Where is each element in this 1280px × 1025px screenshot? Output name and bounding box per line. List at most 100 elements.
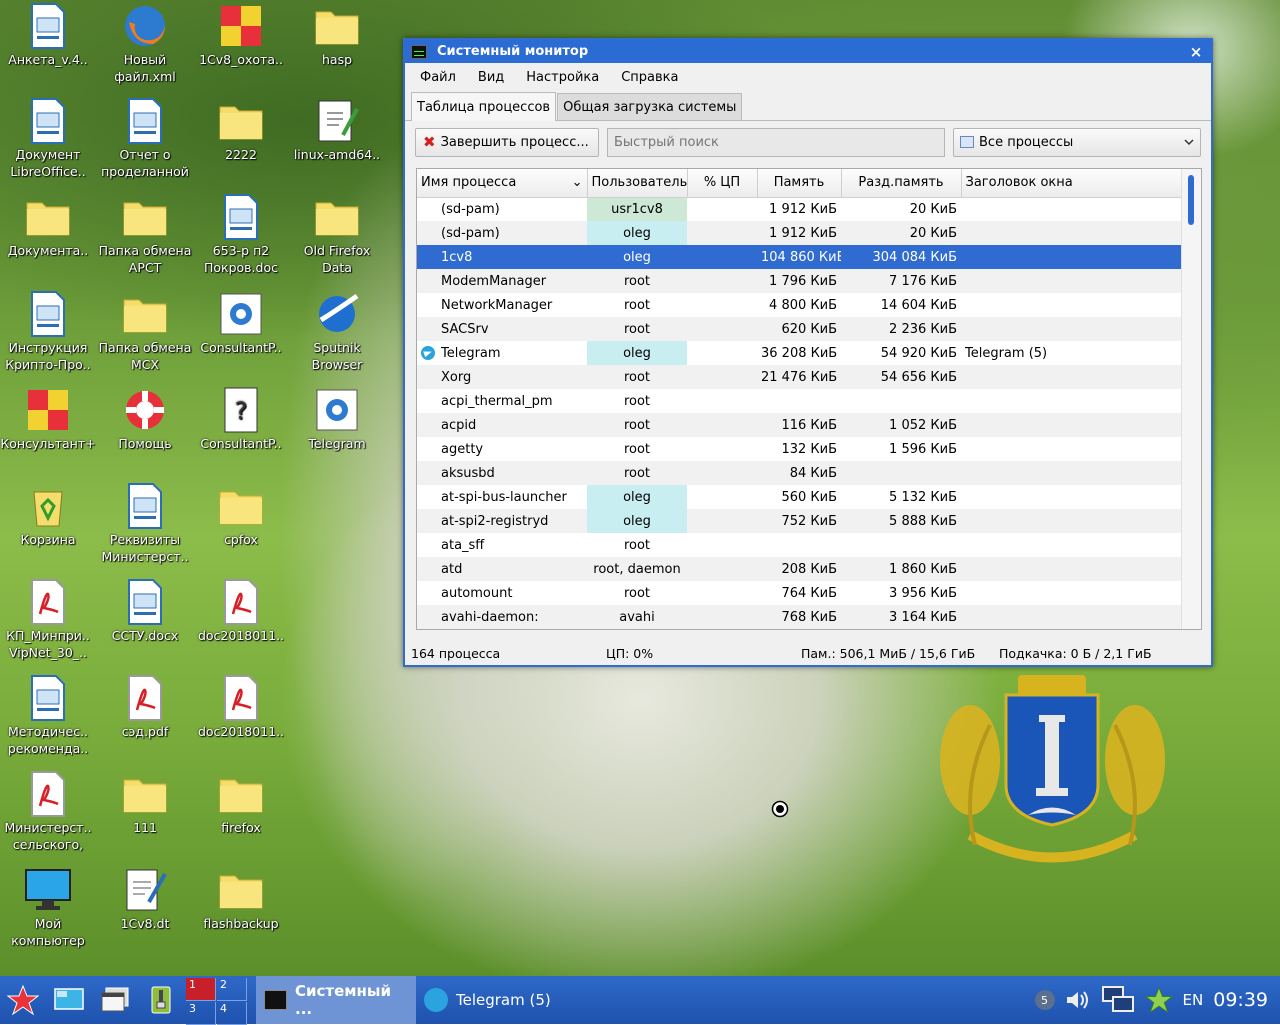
- desktop-icon-folder[interactable]: hasp: [289, 2, 385, 68]
- desktop-icon-label: 111: [133, 820, 157, 835]
- desktop-icon-doc[interactable]: Инструкция Крипто-Про..: [0, 290, 96, 373]
- workspace-3[interactable]: 3: [186, 1002, 216, 1025]
- process-filter-select[interactable]: Все процессы: [953, 127, 1201, 157]
- notification-badge[interactable]: 5: [1034, 990, 1055, 1010]
- table-row[interactable]: at-spi-bus-launcher oleg 560 КиБ 5 132 КиБ: [417, 485, 1181, 509]
- archive-button[interactable]: [138, 976, 184, 1024]
- show-desktop-button[interactable]: [46, 976, 92, 1024]
- desktop-icon-folder[interactable]: Папка обмена АРСТ: [97, 193, 193, 276]
- keyboard-layout-indicator[interactable]: EN: [1183, 991, 1204, 1009]
- shared-memory-cell: 54 656 КиБ: [841, 365, 961, 389]
- menu-file[interactable]: Файл: [413, 70, 463, 85]
- desktop-icon-pdf[interactable]: doc2018011..: [193, 674, 289, 740]
- table-row[interactable]: automount root 764 КиБ 3 956 КиБ: [417, 581, 1181, 605]
- column-header-user[interactable]: Пользователь: [587, 169, 688, 198]
- table-row[interactable]: ModemManager root 1 796 КиБ 7 176 КиБ: [417, 269, 1181, 293]
- tab-system-load[interactable]: Общая загрузка системы: [557, 93, 743, 120]
- column-header-window-title[interactable]: Заголовок окна: [961, 169, 1182, 198]
- user-cell-text: root: [623, 321, 651, 337]
- menu-view[interactable]: Вид: [471, 70, 511, 85]
- desktop-icon-computer[interactable]: Мой компьютер: [0, 866, 96, 949]
- shared-memory-cell-text: 7 176 КиБ: [889, 273, 957, 289]
- desktop-icon-pdf[interactable]: doc2018011..: [193, 578, 289, 644]
- cpu-cell: [687, 245, 757, 269]
- workspace-4[interactable]: 4: [217, 1002, 247, 1025]
- desktop-icon-folder[interactable]: Документа..: [0, 193, 96, 259]
- desktop-icon-doc[interactable]: Методичес.. рекоменда..: [0, 674, 96, 757]
- column-header-shared-memory[interactable]: Разд.память: [841, 169, 962, 198]
- table-row[interactable]: ata_sff root: [417, 533, 1181, 557]
- table-row[interactable]: avahi-daemon: avahi 768 КиБ 3 164 КиБ: [417, 605, 1181, 629]
- desktop-icon-doc[interactable]: 653-р п2 Покров.doc: [193, 193, 289, 276]
- column-header-name[interactable]: Имя процесса ⌄: [417, 169, 588, 198]
- workspace-pager[interactable]: 1 2 3 4: [186, 976, 248, 1025]
- menu-settings[interactable]: Настройка: [519, 70, 606, 85]
- favorite-star-icon[interactable]: [1144, 986, 1173, 1014]
- table-row[interactable]: acpid root 116 КиБ 1 052 КиБ: [417, 413, 1181, 437]
- desktop-icon-doc[interactable]: Анкета_v.4..: [0, 2, 96, 68]
- column-header-cpu[interactable]: % ЦП: [687, 169, 758, 198]
- start-menu-button[interactable]: [0, 976, 46, 1024]
- network-icon[interactable]: [1101, 985, 1135, 1015]
- close-icon[interactable]: ×: [1187, 43, 1205, 61]
- desktop-icon-folder[interactable]: 111: [97, 770, 193, 836]
- table-row[interactable]: agetty root 132 КиБ 1 596 КиБ: [417, 437, 1181, 461]
- table-row[interactable]: (sd-pam) usr1cv8 1 912 КиБ 20 КиБ: [417, 197, 1181, 221]
- desktop-icon-edit[interactable]: 1Cv8.dt: [97, 866, 193, 932]
- desktop-icon-doc[interactable]: ССТУ.docx: [97, 578, 193, 644]
- desktop-icon-folder[interactable]: Old Firefox Data: [289, 193, 385, 276]
- desktop-icon-pdf[interactable]: Министерст.. сельского,: [0, 770, 96, 853]
- desktop-icon-doc[interactable]: Реквизиты Министерст..: [97, 482, 193, 565]
- table-row[interactable]: Xorg root 21 476 КиБ 54 656 КиБ: [417, 365, 1181, 389]
- user-cell: root: [587, 269, 687, 293]
- status-memory: Пам.: 506,1 МиБ / 15,6 ГиБ: [801, 645, 976, 661]
- desktop-icon-pdf[interactable]: КП_Минпри.. VipNet_30_..: [0, 578, 96, 661]
- desktop-icon-doc[interactable]: Отчет о проделанной: [97, 97, 193, 180]
- window-titlebar[interactable]: Системный монитор ×: [405, 40, 1211, 63]
- table-row[interactable]: SACSrv root 620 КиБ 2 236 КиБ: [417, 317, 1181, 341]
- desktop-icon-doc[interactable]: Документ LibreOffice..: [0, 97, 96, 180]
- desktop-icon-gear[interactable]: ConsultantP..: [193, 290, 289, 356]
- desktop-icon-1c[interactable]: 1Cv8_охота..: [193, 2, 289, 68]
- desktop-icon-folder[interactable]: cpfox: [193, 482, 289, 548]
- user-cell-text: root: [623, 417, 651, 433]
- desktop-icon-question[interactable]: ? ConsultantP..: [193, 386, 289, 452]
- scrollbar-thumb[interactable]: [1188, 175, 1194, 225]
- table-row[interactable]: acpi_thermal_pm root: [417, 389, 1181, 413]
- task-system-monitor[interactable]: Системный ...: [256, 976, 416, 1024]
- desktop-icon-script[interactable]: linux-amd64..: [289, 97, 385, 163]
- table-row[interactable]: aksusbd root 84 КиБ: [417, 461, 1181, 485]
- table-row[interactable]: NetworkManager root 4 800 КиБ 14 604 КиБ: [417, 293, 1181, 317]
- desktop-icon-sputnik[interactable]: Sputnik Browser: [289, 290, 385, 373]
- workspace-2[interactable]: 2: [217, 978, 247, 1001]
- desktop-icon-help[interactable]: Помощь: [97, 386, 193, 452]
- workspace-1[interactable]: 1: [186, 978, 216, 1001]
- desktop-icon-folder[interactable]: firefox: [193, 770, 289, 836]
- quick-search-input[interactable]: [607, 127, 945, 157]
- clock[interactable]: 09:39: [1213, 989, 1268, 1011]
- windows-list-button[interactable]: [92, 976, 138, 1024]
- desktop-icon-folder[interactable]: 2222: [193, 97, 289, 163]
- kill-process-button[interactable]: ✖ Завершить процесс...: [415, 127, 599, 157]
- task-telegram[interactable]: Telegram (5): [416, 976, 559, 1024]
- desktop-icon-folder[interactable]: Папка обмена МСХ: [97, 290, 193, 373]
- table-row[interactable]: at-spi2-registryd oleg 752 КиБ 5 888 КиБ: [417, 509, 1181, 533]
- user-cell: oleg: [587, 485, 687, 509]
- column-header-memory[interactable]: Память: [757, 169, 842, 198]
- process-name-cell: automount: [417, 581, 587, 605]
- desktop-icon-firefox[interactable]: Новый файл.xml: [97, 2, 193, 85]
- kill-icon: ✖: [423, 133, 436, 151]
- table-scrollbar[interactable]: [1181, 169, 1201, 629]
- desktop-icon-pdf[interactable]: сэд.pdf: [97, 674, 193, 740]
- menu-help[interactable]: Справка: [614, 70, 685, 85]
- desktop-icon-gear[interactable]: Telegram: [289, 386, 385, 452]
- table-row[interactable]: (sd-pam) oleg 1 912 КиБ 20 КиБ: [417, 221, 1181, 245]
- desktop-icon-trash[interactable]: Корзина: [0, 482, 96, 548]
- desktop-icon-folder[interactable]: flashbackup: [193, 866, 289, 932]
- table-row[interactable]: atd root, daemon 208 КиБ 1 860 КиБ: [417, 557, 1181, 581]
- volume-icon[interactable]: [1065, 989, 1091, 1011]
- desktop-icon-1c[interactable]: Консультант+: [0, 386, 96, 452]
- table-row[interactable]: 1cv8 oleg 104 860 КиБ 304 084 КиБ: [417, 245, 1181, 269]
- table-row[interactable]: Telegram oleg 36 208 КиБ 54 920 КиБ Telegram…: [417, 341, 1181, 365]
- tab-process-table[interactable]: Таблица процессов: [411, 92, 557, 121]
